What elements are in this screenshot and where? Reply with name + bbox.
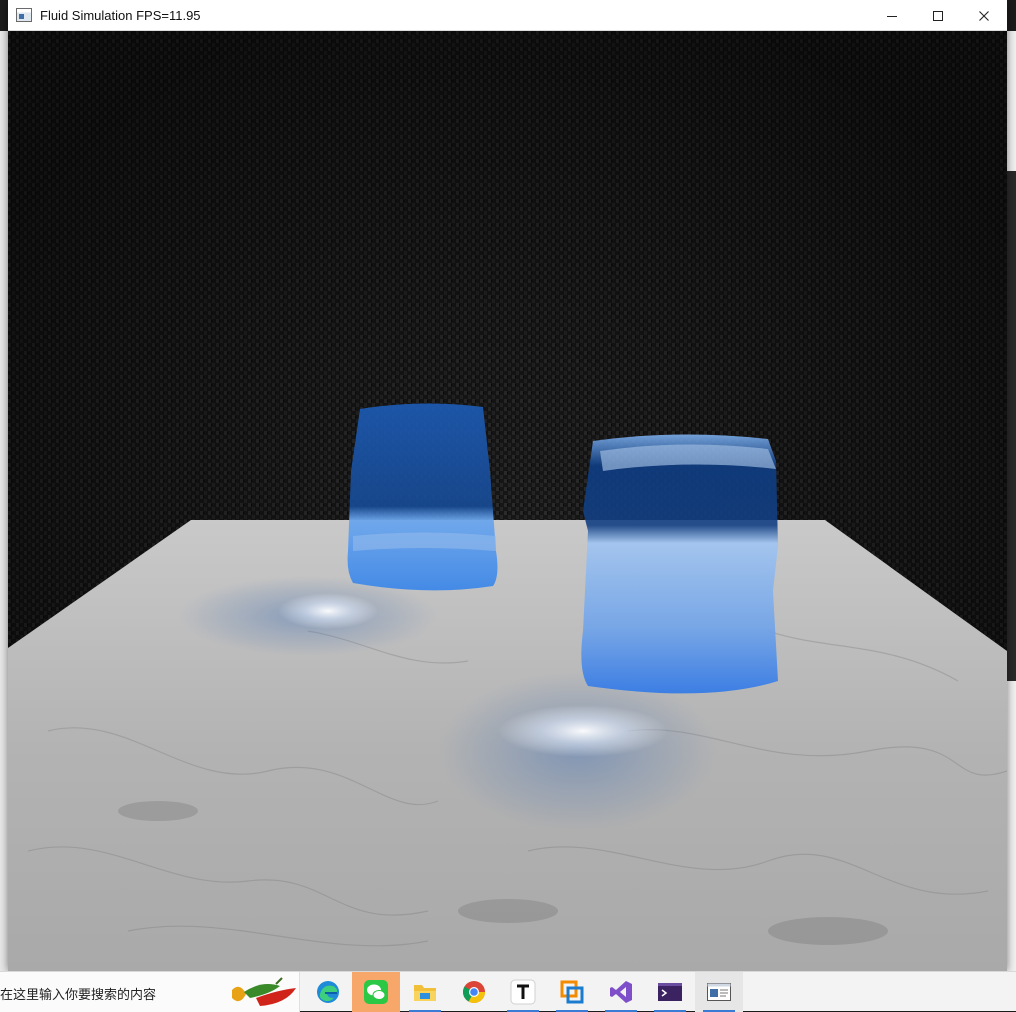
render-scene [8, 31, 1007, 971]
caustic-right [498, 705, 668, 757]
vmware-icon [560, 980, 584, 1004]
window-title: Fluid Simulation FPS=11.95 [40, 7, 201, 23]
background-window-edge-right [1007, 31, 1016, 971]
taskbar-chrome[interactable] [450, 972, 498, 1012]
fluid-block-left [347, 403, 498, 591]
close-icon [979, 10, 989, 21]
visual-studio-icon [610, 981, 632, 1003]
minimize-icon [887, 15, 897, 17]
window-controls [869, 0, 1007, 31]
taskbar-vmware[interactable] [548, 972, 596, 1012]
taskbar-terminal[interactable] [646, 972, 694, 1012]
fluid-block-right [581, 434, 778, 694]
taskbar-wechat[interactable] [352, 972, 400, 1012]
taskbar: 在这里输入你要搜索的内容 [0, 971, 1016, 1012]
fluid-simulation-window: Fluid Simulation FPS=11.95 [8, 0, 1007, 971]
edge-icon [317, 981, 339, 1003]
app-window-icon [707, 983, 731, 1001]
taskbar-edge[interactable] [304, 972, 352, 1012]
app-window-icon [16, 8, 32, 22]
folder-icon [414, 985, 436, 1001]
caustic-left [278, 593, 378, 629]
taskbar-search-box[interactable]: 在这里输入你要搜索的内容 [0, 972, 300, 1012]
taskbar-fluid-simulation[interactable] [695, 972, 743, 1012]
close-button[interactable] [961, 0, 1007, 31]
terminal-icon [658, 983, 682, 1001]
taskbar-typora[interactable] [499, 972, 547, 1012]
simulation-viewport[interactable] [8, 31, 1007, 971]
chrome-icon [463, 981, 485, 1003]
search-placeholder[interactable]: 在这里输入你要搜索的内容 [0, 984, 156, 1003]
chili-peppers-icon [232, 977, 296, 1006]
taskbar-visual-studio[interactable] [597, 972, 645, 1012]
maximize-icon [933, 10, 943, 21]
taskbar-file-explorer[interactable] [401, 972, 449, 1012]
maximize-button[interactable] [915, 0, 961, 31]
minimize-button[interactable] [869, 0, 915, 31]
wechat-icon [364, 980, 388, 1004]
typora-icon [510, 979, 536, 1005]
title-bar[interactable]: Fluid Simulation FPS=11.95 [8, 0, 1007, 31]
